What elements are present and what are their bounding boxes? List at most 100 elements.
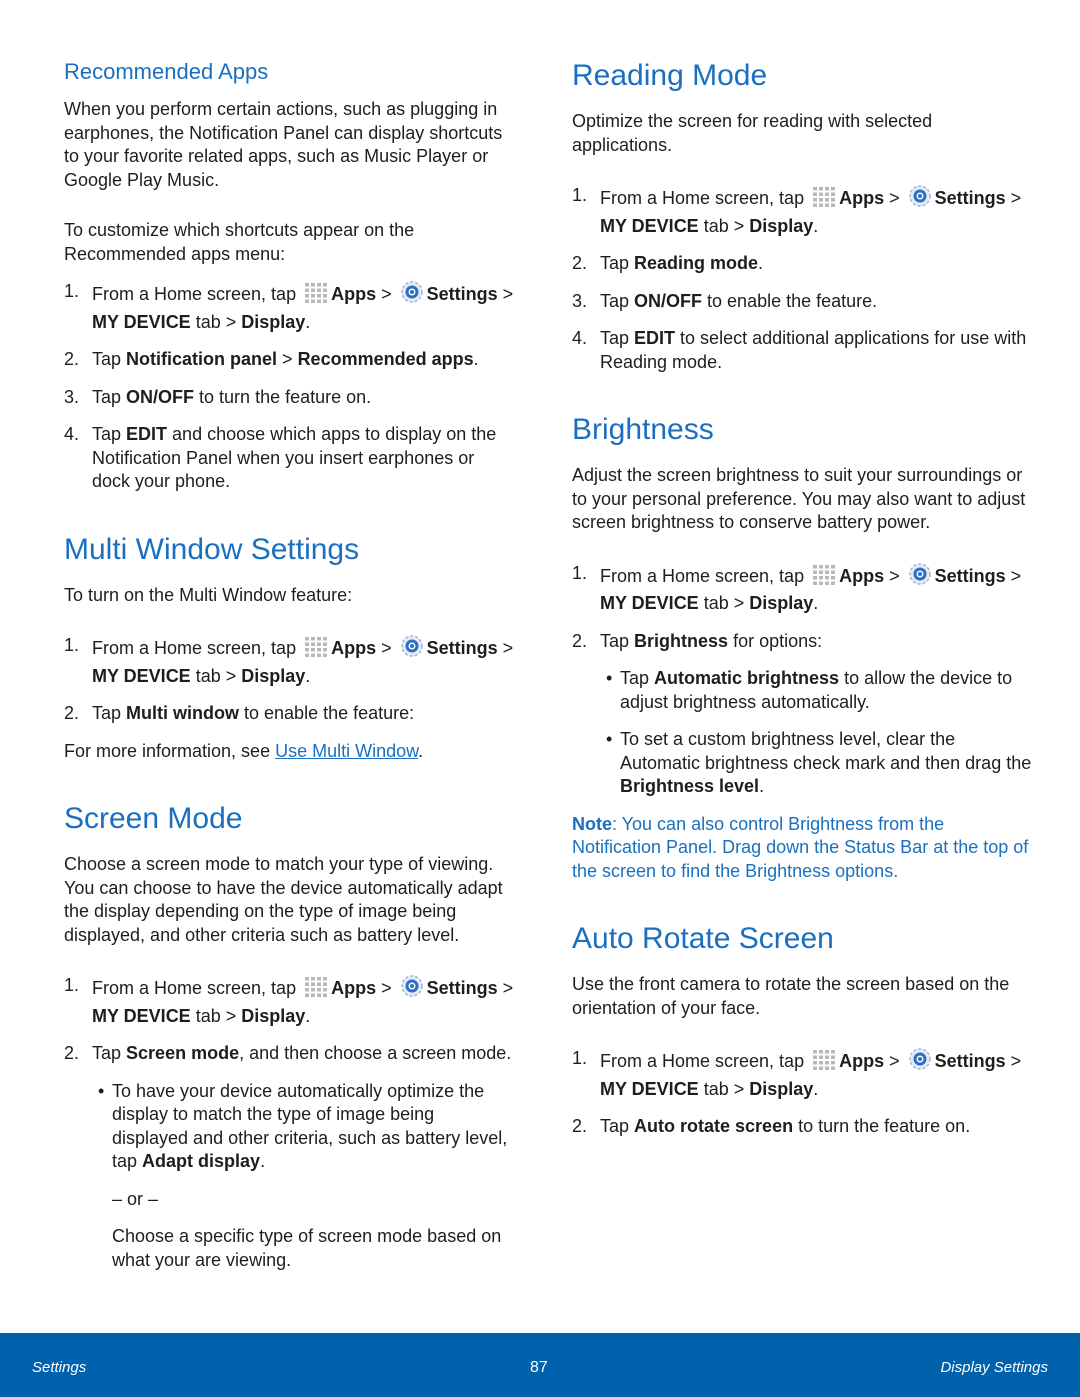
page-footer: Settings 87 Display Settings xyxy=(0,1333,1080,1397)
numbered-step: 2. Tap Reading mode. xyxy=(572,252,1032,276)
text: Tap xyxy=(92,386,127,407)
footer-chapter: Display Settings xyxy=(940,1359,1048,1376)
apps-grid-icon xyxy=(812,1049,836,1078)
text: > xyxy=(884,565,905,586)
text: tab > xyxy=(190,665,242,686)
text: When you perform certain actions, such a… xyxy=(64,99,503,190)
bold-text: Settings xyxy=(426,638,498,658)
bold-text: Note xyxy=(572,813,612,834)
step-number: 2. xyxy=(64,349,80,369)
text: > xyxy=(497,284,514,304)
text: From a Home screen, tap xyxy=(92,638,302,658)
text: . xyxy=(305,311,311,332)
apps-grid-icon xyxy=(812,186,836,215)
bold-text: Notification panel xyxy=(126,349,278,369)
settings-gear-icon xyxy=(908,184,932,215)
text: to enable the feature. xyxy=(702,290,878,311)
bold-text: Reading mode xyxy=(634,253,759,273)
text: . xyxy=(759,776,765,796)
section-heading: Multi Window Settings xyxy=(64,532,514,568)
text: For more information, see xyxy=(64,740,276,761)
text: > xyxy=(1005,1051,1022,1071)
text: > xyxy=(1005,188,1022,208)
text: To turn on the Multi Window feature: xyxy=(64,584,353,605)
text: From a Home screen, tap xyxy=(92,978,302,998)
text: Choose a screen mode to match your type … xyxy=(64,854,503,945)
bullet-item: • To have your device automatically optim… xyxy=(64,1080,514,1174)
numbered-step: 1. From a Home screen, tap Apps > Setting… xyxy=(64,974,514,1028)
text: Recommended Apps xyxy=(64,59,269,84)
text: Tap xyxy=(92,703,127,723)
text: Auto Rotate Screen xyxy=(572,922,834,955)
bold-text: Display xyxy=(241,1005,306,1026)
text: . xyxy=(813,215,819,236)
bold-text: MY DEVICE xyxy=(600,215,699,236)
bold-text: Apps xyxy=(839,1051,885,1071)
section-heading: Auto Rotate Screen xyxy=(572,921,1032,957)
apps-grid-icon xyxy=(304,976,328,1005)
text: Tap xyxy=(600,290,635,311)
section-heading: Recommended Apps xyxy=(64,58,514,86)
paragraph: To customize which shortcuts appear on t… xyxy=(64,219,514,266)
numbered-step: 1. From a Home screen, tap Apps > Setting… xyxy=(572,562,1032,616)
bold-text: Brightness level xyxy=(620,776,760,796)
note: Note: You can also control Brightness fr… xyxy=(572,813,1032,884)
apps-grid-icon xyxy=(304,282,328,311)
bold-text: Display xyxy=(749,1078,814,1099)
step-number: 4. xyxy=(572,328,588,348)
bold-text: Apps xyxy=(839,188,885,208)
bold-text: Multi window xyxy=(126,703,240,723)
paragraph: – or – xyxy=(64,1188,514,1212)
bullet-icon: • xyxy=(606,729,613,749)
text: Tap xyxy=(600,1116,635,1136)
step-number: 1. xyxy=(572,562,588,583)
numbered-step: 2. Tap Screen mode, and then choose a scr… xyxy=(64,1042,514,1066)
step-number: 2. xyxy=(64,1043,80,1063)
text: . xyxy=(305,665,311,686)
text: Tap xyxy=(92,424,127,444)
bold-text: MY DEVICE xyxy=(92,1005,191,1026)
bold-text: MY DEVICE xyxy=(92,311,191,332)
bold-text: EDIT xyxy=(634,328,676,348)
bold-text: ON/OFF xyxy=(634,290,703,311)
settings-gear-icon xyxy=(908,562,932,593)
text: . xyxy=(305,1005,311,1026)
numbered-step: 1. From a Home screen, tap Apps > Setting… xyxy=(572,184,1032,238)
numbered-step: 2. Tap Brightness for options: xyxy=(572,630,1032,654)
settings-gear-icon xyxy=(400,634,424,665)
numbered-step: 1. From a Home screen, tap Apps > Setting… xyxy=(64,280,514,334)
text: . xyxy=(758,253,764,273)
bold-text: Settings xyxy=(426,284,498,304)
text: tab > xyxy=(698,1078,750,1099)
bold-text: Screen mode xyxy=(126,1043,240,1063)
numbered-step: 2. Tap Auto rotate screen to turn the fea… xyxy=(572,1115,1032,1139)
text: From a Home screen, tap xyxy=(92,284,302,304)
bold-text: Display xyxy=(241,311,306,332)
link-use-multi-window[interactable]: Use Multi Window xyxy=(275,741,418,761)
text: : You can also control Brightness from t… xyxy=(572,813,1029,881)
text: Brightness xyxy=(572,413,714,446)
numbered-step: 2. Tap Notification panel > Recommended a… xyxy=(64,348,514,372)
text: From a Home screen, tap xyxy=(600,188,810,208)
text: Tap xyxy=(92,1043,127,1063)
step-number: 1. xyxy=(572,1048,588,1068)
text: > xyxy=(884,1051,905,1071)
paragraph: Optimize the screen for reading with sel… xyxy=(572,110,1032,157)
bold-text: Settings xyxy=(934,1051,1006,1071)
text: Optimize the screen for reading with sel… xyxy=(572,111,933,155)
step-number: 3. xyxy=(572,290,588,311)
text: > xyxy=(277,349,298,369)
text: Adjust the screen brightness to suit you… xyxy=(572,465,1026,532)
numbered-step: 3. Tap ON/OFF to turn the feature on. xyxy=(64,386,514,410)
text: for options: xyxy=(728,630,823,651)
bold-text: Apps xyxy=(331,284,377,304)
text: Multi Window Settings xyxy=(64,532,360,566)
text: . xyxy=(473,349,479,369)
numbered-step: 1. From a Home screen, tap Apps > Setting… xyxy=(64,634,514,688)
numbered-step: 4. Tap EDIT to select additional applicat… xyxy=(572,327,1032,374)
bullet-icon: • xyxy=(98,1080,105,1101)
paragraph: For more information, see Use Multi Wind… xyxy=(64,740,514,764)
section-heading: Brightness xyxy=(572,412,1032,448)
paragraph: Use the front camera to rotate the scree… xyxy=(572,973,1032,1020)
step-number: 1. xyxy=(64,975,80,995)
